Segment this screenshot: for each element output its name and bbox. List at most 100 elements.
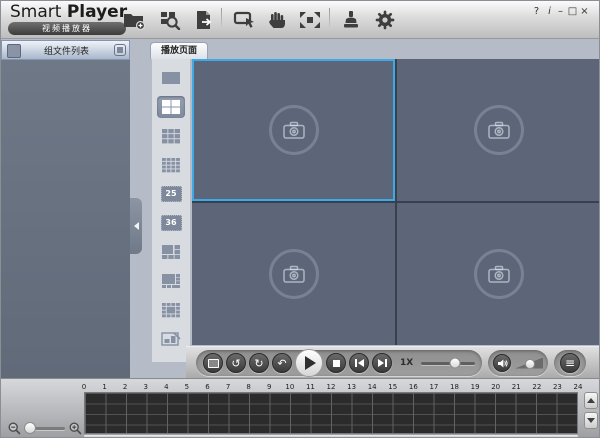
toolbar-separator (329, 8, 330, 30)
previous-file-button[interactable]: ↶ (272, 353, 292, 373)
speed-label: 1X (400, 358, 414, 368)
smart-search-icon (161, 12, 181, 30)
timeline-scroll-down-button[interactable] (584, 412, 598, 429)
display-mode-button[interactable] (203, 353, 223, 373)
hour-label-17: 17 (429, 383, 439, 391)
split-1-button[interactable] (157, 67, 185, 89)
settings-button[interactable] (371, 8, 399, 32)
mute-button[interactable] (493, 354, 511, 372)
hour-label-6: 6 (205, 383, 210, 391)
split-36-icon: 36 (160, 215, 182, 231)
loop-playback-button[interactable]: ↻ (249, 353, 269, 373)
stop-icon (332, 359, 340, 367)
video-panel-2[interactable] (397, 59, 600, 201)
camera-placeholder-icon (282, 121, 305, 139)
play-icon (305, 356, 316, 370)
hour-label-8: 8 (246, 383, 251, 391)
zoom-out-icon[interactable] (8, 421, 21, 435)
zoom-in-icon[interactable] (69, 421, 82, 435)
hour-label-5: 5 (184, 383, 190, 391)
stop-square-icon (117, 47, 123, 53)
export-file-button[interactable] (190, 8, 218, 32)
close-button[interactable]: × (579, 6, 590, 18)
fullscreen-icon (300, 12, 320, 28)
speed-slider-thumb[interactable] (449, 357, 461, 369)
sidebar-collapse-handle[interactable] (130, 198, 142, 254)
camera-ring (473, 249, 524, 299)
info-button[interactable]: i (544, 6, 555, 18)
smart-search-button[interactable] (157, 8, 185, 32)
camera-ring (268, 105, 319, 155)
camera-ring (268, 249, 319, 299)
help-button[interactable]: ? (531, 6, 542, 18)
transport-pill: ↺ ↻ ↶ 1X (196, 349, 482, 377)
split-4-button[interactable] (157, 96, 185, 118)
up-arrow-icon (587, 398, 595, 403)
next-frame-button[interactable] (372, 353, 392, 373)
split-layout-strip: 25 36 (152, 59, 190, 362)
group-file-list-header: 组文件列表 (1, 40, 130, 60)
split-9-button[interactable] (157, 125, 185, 147)
hour-label-22: 22 (532, 383, 542, 391)
collapse-arrow-icon (133, 222, 139, 230)
video-grid (192, 59, 600, 345)
hour-label-15: 15 (388, 383, 398, 391)
timeline-scroll-up-button[interactable] (584, 392, 598, 409)
tab-playback-page[interactable]: 播放页面 (150, 42, 208, 59)
rewind-button[interactable]: ↺ (226, 353, 246, 373)
hour-label-3: 3 (143, 383, 148, 391)
video-panel-1[interactable] (192, 59, 395, 201)
split-36-button[interactable]: 36 (157, 212, 185, 234)
timeline-zoom-slider[interactable] (23, 422, 65, 434)
stop-button[interactable] (326, 353, 346, 373)
split-16-button[interactable] (157, 154, 185, 176)
hour-label-9: 9 (267, 383, 272, 391)
hour-label-2: 2 (122, 383, 128, 391)
hour-label-20: 20 (491, 383, 501, 391)
group-file-list-panel[interactable] (1, 60, 130, 378)
stop-all-button[interactable] (114, 44, 126, 56)
timeline-grid[interactable] (84, 392, 578, 434)
camera-ring (473, 105, 524, 155)
timeline-zoom-control (8, 420, 82, 436)
maximize-button[interactable]: □ (567, 6, 578, 18)
speed-slider[interactable] (421, 357, 475, 369)
rewind-icon: ↺ (231, 356, 241, 370)
hour-label-19: 19 (470, 383, 480, 391)
hour-label-4: 4 (164, 383, 169, 391)
hour-label-21: 21 (511, 383, 521, 391)
hour-label-12: 12 (326, 383, 336, 391)
split-custom-button[interactable] (157, 328, 185, 350)
loop-icon: ↻ (254, 356, 264, 370)
video-panel-4[interactable] (397, 203, 600, 345)
fullscreen-button[interactable] (296, 8, 324, 32)
region-select-button[interactable] (231, 8, 259, 32)
title-bar: Smart Player 视频播放器 ? i – □ × (0, 0, 600, 39)
prev-frame-button[interactable] (349, 353, 369, 373)
hand-pan-button[interactable] (263, 8, 291, 32)
hour-label-10: 10 (285, 383, 295, 391)
settings-gear-icon (375, 10, 395, 30)
camera-placeholder-icon (487, 121, 510, 139)
split-8-button[interactable] (157, 270, 185, 292)
region-select-icon (233, 11, 254, 28)
watermark-stamp-button[interactable] (337, 8, 365, 32)
split-25-button[interactable]: 25 (157, 183, 185, 205)
volume-slider[interactable] (515, 357, 543, 370)
camera-placeholder-icon (487, 265, 510, 283)
hour-label-18: 18 (450, 383, 459, 391)
play-button[interactable] (295, 349, 323, 377)
split-13-button[interactable] (157, 299, 185, 321)
minimize-button[interactable]: – (555, 6, 566, 18)
open-folder-add-button[interactable] (120, 8, 148, 32)
video-panel-3[interactable] (192, 203, 395, 345)
split-25-icon: 25 (160, 186, 182, 202)
hour-label-7: 7 (225, 383, 231, 391)
timeline-zoom-thumb[interactable] (23, 422, 36, 434)
hour-label-16: 16 (408, 383, 418, 391)
volume-slider-thumb[interactable] (525, 359, 536, 370)
split-6-button[interactable] (157, 241, 185, 263)
play-settings-button[interactable]: ≡ (560, 353, 580, 373)
down-arrow-icon (587, 418, 595, 423)
group-list-checkbox[interactable] (7, 44, 21, 58)
